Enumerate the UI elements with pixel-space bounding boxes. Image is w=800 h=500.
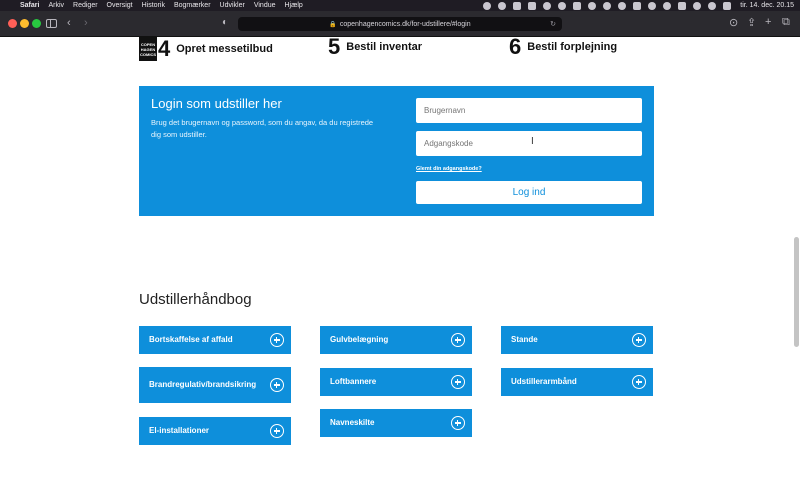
copenhagen-comics-logo: COPEN HAGEN COMICS — [139, 37, 157, 61]
step-title[interactable]: Bestil inventar — [346, 41, 422, 53]
login-description: Brug det brugernavn og password, som du … — [151, 118, 374, 139]
plus-circle-icon — [632, 333, 646, 347]
status-app-icon[interactable] — [588, 1, 597, 10]
accordion-el-installationer[interactable]: El-installationer — [139, 417, 291, 445]
accordion-brandregulativ[interactable]: Brandregulativ/brandsikring — [139, 367, 291, 403]
status-app-icon[interactable] — [513, 1, 522, 10]
status-app-icon[interactable] — [573, 1, 582, 10]
accordion-loftbannere[interactable]: Loftbannere — [320, 368, 472, 396]
accordion-bortskaffelse[interactable]: Bortskaffelse af affald — [139, 326, 291, 354]
forgot-password-link[interactable]: Glemt din adgangskode? — [416, 166, 482, 172]
login-button[interactable]: Log ind — [416, 181, 642, 204]
menu-arkiv[interactable]: Arkiv — [48, 2, 64, 9]
menu-rediger[interactable]: Rediger — [73, 2, 98, 9]
macos-menu-bar: Safari Arkiv Rediger Oversigt Historik B… — [0, 0, 800, 11]
step-5: 5 Bestil inventar — [328, 37, 422, 59]
reload-icon[interactable]: ↻ — [550, 20, 556, 28]
exhibitor-login-panel: Login som udstiller her Brug det brugern… — [139, 86, 654, 216]
privacy-shield-icon[interactable]: ◐ — [222, 16, 228, 30]
back-icon[interactable]: ‹ — [67, 16, 71, 30]
plus-circle-icon — [451, 416, 465, 430]
status-app-icon[interactable] — [483, 1, 492, 10]
step-title[interactable]: Opret messetilbud — [176, 43, 273, 55]
accordion-stande[interactable]: Stande — [501, 326, 653, 354]
status-app-icon[interactable] — [618, 1, 627, 10]
tab-overview-icon[interactable]: ⧉ — [782, 16, 790, 29]
control-center-icon[interactable] — [723, 1, 732, 10]
downloads-icon[interactable]: ⊙ — [729, 16, 738, 29]
step-number: 6 — [509, 37, 522, 59]
accordion-gulvbelaegning[interactable]: Gulvbelægning — [320, 326, 472, 354]
bluetooth-icon[interactable] — [663, 1, 672, 10]
new-tab-icon[interactable]: + — [765, 16, 771, 28]
password-input[interactable] — [416, 131, 642, 156]
menu-vindue[interactable]: Vindue — [254, 2, 276, 9]
plus-circle-icon — [270, 333, 284, 347]
menu-bar-tray: tir. 14. dec. 20.15 — [483, 0, 794, 11]
handbook-title: Udstillerhåndbog — [139, 291, 252, 308]
accordion-label: Navneskilte — [330, 418, 375, 427]
status-app-icon[interactable] — [633, 1, 642, 10]
zoom-window-button[interactable] — [32, 19, 41, 28]
step-6: 6 Bestil forplejning — [509, 37, 617, 59]
minimize-window-button[interactable] — [20, 19, 29, 28]
accordion-label: Gulvbelægning — [330, 335, 389, 344]
accordion-label: Udstillerarmbånd — [511, 377, 577, 386]
plus-circle-icon — [451, 375, 465, 389]
accordion-label: Brandregulativ/brandsikring — [149, 380, 257, 389]
step-number: 4 — [158, 37, 171, 61]
status-app-icon[interactable] — [603, 1, 612, 10]
forward-icon[interactable]: › — [84, 16, 88, 30]
menu-bogmaerker[interactable]: Bogmærker — [174, 2, 211, 9]
login-title: Login som udstiller her — [151, 96, 282, 111]
accordion-label: Stande — [511, 335, 538, 344]
page-scrollbar[interactable] — [794, 237, 799, 347]
plus-circle-icon — [270, 378, 284, 392]
status-app-icon[interactable] — [648, 1, 657, 10]
accordion-label: Loftbannere — [330, 377, 377, 386]
status-app-icon[interactable] — [498, 1, 507, 10]
plus-circle-icon — [632, 375, 646, 389]
plus-circle-icon — [451, 333, 465, 347]
status-app-icon[interactable] — [543, 1, 552, 10]
address-bar-url: copenhagencomics.dk/for-udstillere/#logi… — [339, 20, 471, 28]
step-4: COPEN HAGEN COMICS 4 Opret messetilbud — [139, 37, 273, 61]
menu-oversigt[interactable]: Oversigt — [107, 2, 133, 9]
menu-historik[interactable]: Historik — [142, 2, 165, 9]
menu-hjaelp[interactable]: Hjælp — [285, 2, 303, 9]
sidebar-toggle-icon[interactable] — [46, 19, 57, 28]
accordion-label: Bortskaffelse af affald — [149, 335, 233, 344]
status-app-icon[interactable] — [558, 1, 567, 10]
battery-icon[interactable] — [678, 1, 687, 10]
spotlight-icon[interactable] — [708, 1, 717, 10]
safari-toolbar: ‹ › ◐ 🔒 copenhagencomics.dk/for-udstille… — [0, 11, 800, 37]
menu-bar-clock[interactable]: tir. 14. dec. 20.15 — [740, 2, 794, 9]
status-app-icon[interactable] — [528, 1, 537, 10]
accordion-udstillerarmbaand[interactable]: Udstillerarmbånd — [501, 368, 653, 396]
plus-circle-icon — [270, 424, 284, 438]
step-number: 5 — [328, 37, 341, 59]
address-bar[interactable]: 🔒 copenhagencomics.dk/for-udstillere/#lo… — [238, 17, 562, 31]
menu-safari[interactable]: Safari — [20, 2, 39, 9]
close-window-button[interactable] — [8, 19, 17, 28]
username-input[interactable] — [416, 98, 642, 123]
wifi-icon[interactable] — [693, 1, 702, 10]
accordion-navneskilte[interactable]: Navneskilte — [320, 409, 472, 437]
web-page: COPEN HAGEN COMICS 4 Opret messetilbud 5 B… — [0, 37, 800, 500]
text-cursor-icon: I — [531, 136, 534, 147]
accordion-label: El-installationer — [149, 426, 210, 435]
step-title[interactable]: Bestil forplejning — [527, 41, 617, 53]
lock-icon: 🔒 — [329, 21, 337, 28]
menu-udvikler[interactable]: Udvikler — [220, 2, 245, 9]
share-icon[interactable]: ⇪ — [747, 16, 756, 29]
